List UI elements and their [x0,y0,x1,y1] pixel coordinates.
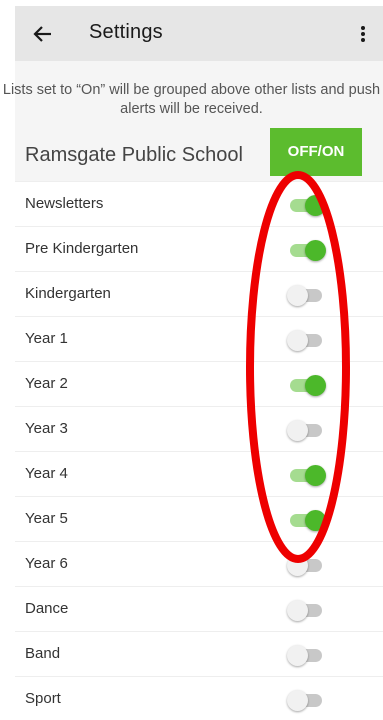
toggle-thumb [305,465,326,486]
toggle-all-button[interactable]: OFF/ON [270,128,362,176]
list-item-label: Sport [25,690,61,707]
toggle-thumb [305,240,326,261]
list-item-toggle[interactable] [287,419,327,441]
list-item-toggle[interactable] [287,599,327,621]
app-bar: Settings [15,6,383,61]
list-item-toggle[interactable] [287,644,327,666]
list-item-label: Kindergarten [25,285,111,302]
toggle-thumb [287,555,308,576]
list-item-label: Year 6 [25,555,68,572]
list-item-toggle[interactable] [287,374,327,396]
list-item-toggle[interactable] [287,239,327,261]
list-item: Sport [15,676,383,720]
list-item-toggle[interactable] [287,689,327,711]
list-item-label: Band [25,645,61,662]
list-item-label: Year 2 [25,375,68,392]
toggle-thumb [287,645,308,666]
list-item-label: Year 3 [25,420,68,437]
list-item: Year 5 [15,496,383,541]
list-item-toggle[interactable] [287,329,327,351]
more-options-button[interactable] [353,20,373,48]
list-item-label: Year 5 [25,510,68,527]
info-text: Lists set to “On” will be grouped above … [2,82,381,117]
list-item: Year 1 [15,316,383,361]
page-title: Settings [89,21,163,43]
list-item-label: Pre Kindergarten [25,240,139,257]
list-item-toggle[interactable] [287,554,327,576]
lists-container: Newsletters Pre Kindergarten Kindergarten Y… [15,181,383,720]
settings-screen: Settings Lists set to “On” will be group… [0,0,383,720]
list-item-toggle[interactable] [287,464,327,486]
list-item: Year 2 [15,361,383,406]
list-item: Year 3 [15,406,383,451]
arrow-left-icon [33,26,51,42]
list-item: Newsletters [15,181,383,226]
toggle-thumb [287,690,308,711]
school-name: Ramsgate Public School [25,144,243,166]
list-item-toggle[interactable] [287,194,327,216]
list-item-label: Dance [25,600,69,617]
list-item: Dance [15,586,383,631]
list-item-toggle[interactable] [287,284,327,306]
toggle-thumb [287,330,308,351]
toggle-thumb [287,600,308,621]
toggle-thumb [305,510,326,531]
list-item-label: Newsletters [25,195,104,212]
toggle-thumb [305,195,326,216]
list-item: Year 6 [15,541,383,586]
list-item-label: Year 1 [25,330,68,347]
list-item: Year 4 [15,451,383,496]
list-item: Band [15,631,383,676]
back-button[interactable] [29,20,57,48]
list-item: Kindergarten [15,271,383,316]
list-item-toggle[interactable] [287,509,327,531]
toggle-thumb [305,375,326,396]
toggle-thumb [287,285,308,306]
list-item-label: Year 4 [25,465,68,482]
toggle-thumb [287,420,308,441]
list-item: Pre Kindergarten [15,226,383,271]
